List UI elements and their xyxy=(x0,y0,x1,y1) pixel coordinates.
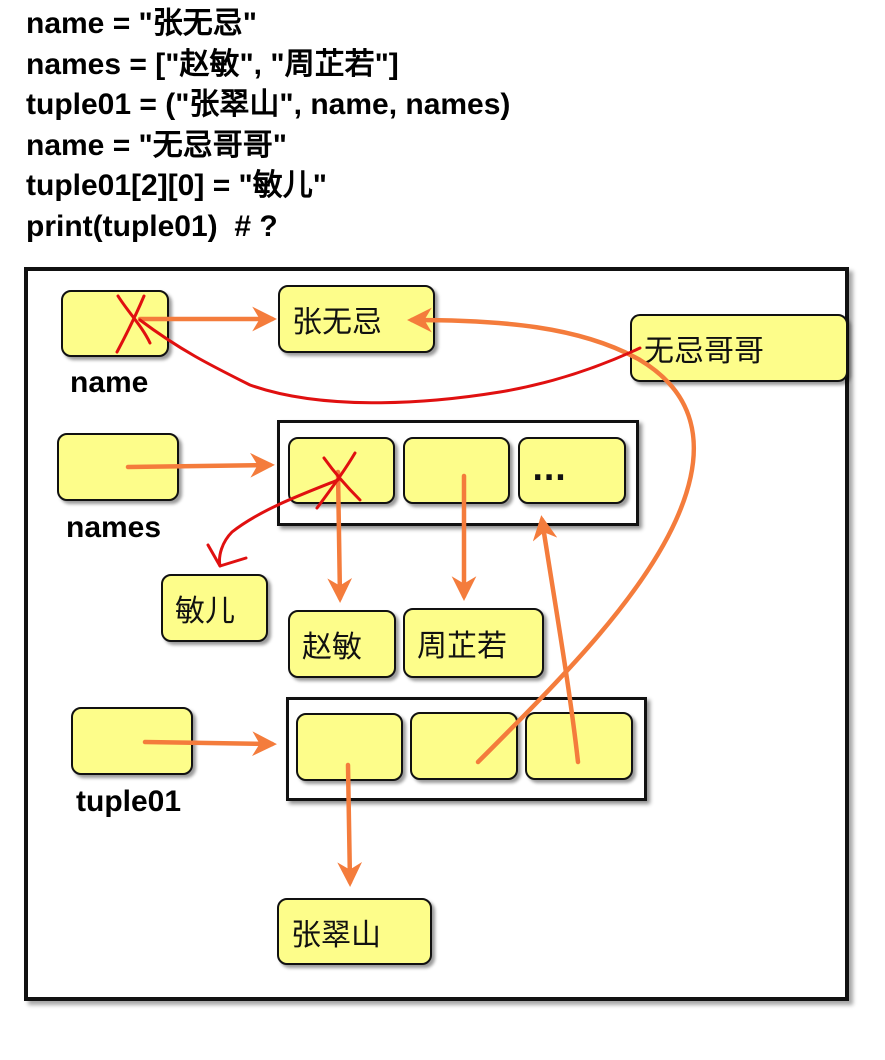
arrow-slot0-to-zhao-min xyxy=(327,469,353,603)
arrow-tuple-slot0-to-zhang-cuishan xyxy=(337,762,363,887)
arrow-tuple01-to-tuple xyxy=(142,731,277,757)
arrow-names-to-list xyxy=(125,452,275,478)
arrow-tuple-slot2-to-list xyxy=(532,515,581,765)
reference-arrows xyxy=(115,294,697,887)
arrowhead-min-er xyxy=(206,543,248,568)
arrow-slot0-to-min-er xyxy=(218,478,340,568)
arrow-tuple-slot1-to-zhang-wuji xyxy=(407,307,697,765)
